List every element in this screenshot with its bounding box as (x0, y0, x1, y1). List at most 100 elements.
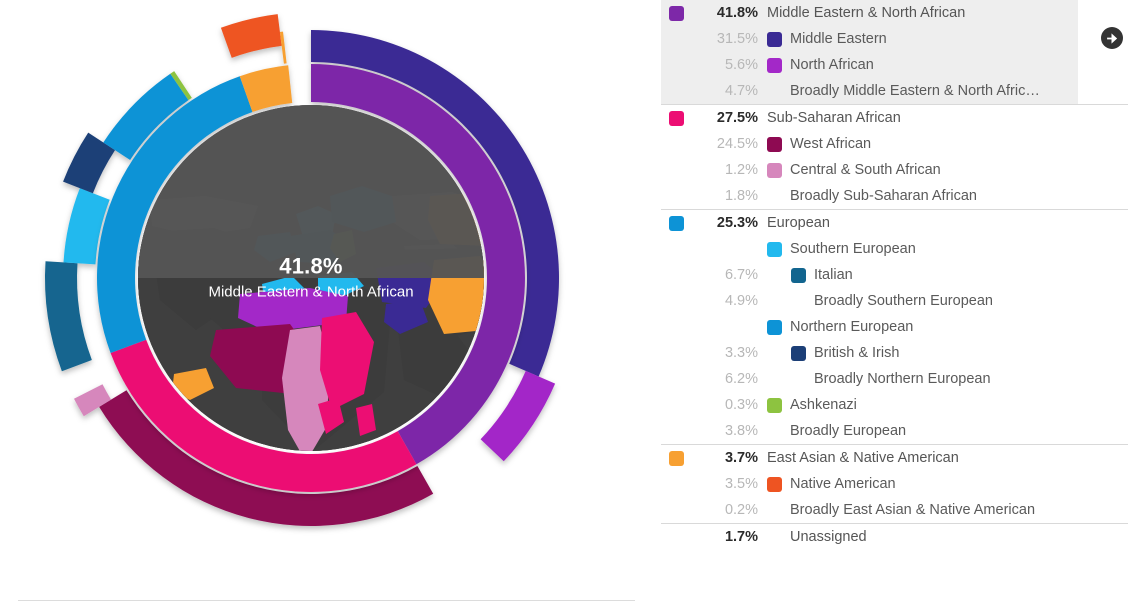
legend-row-child[interactable]: 0.3% Ashkenazi (661, 392, 1128, 418)
legend-label: Southern European (790, 241, 916, 257)
legend-group[interactable]: 1.7% Unassigned (661, 524, 1128, 550)
legend-lead-swatch-slot (661, 110, 697, 126)
legend-row-child[interactable]: 4.7% Broadly Middle Eastern & North Afric… (661, 78, 1078, 104)
legend-label: Sub-Saharan African (767, 110, 901, 126)
legend-label-group: Native American (767, 476, 896, 492)
legend-label: Central & South African (790, 162, 941, 178)
legend-groups[interactable]: 41.8% Middle Eastern & North African 31.5%… (655, 0, 1134, 550)
legend-row-child[interactable]: 24.5% West African (661, 131, 1128, 157)
legend-row-child[interactable]: Southern European (661, 236, 1128, 262)
legend-row-child[interactable]: 6.7% Italian (661, 262, 1128, 288)
legend-row-child[interactable]: 3.5% Native American (661, 471, 1128, 497)
legend-row-child[interactable]: 3.8% Broadly European (661, 418, 1128, 444)
legend-label: Middle Eastern & North African (767, 5, 966, 21)
legend-row-parent[interactable]: 3.7% East Asian & Native American (661, 445, 1128, 471)
legend-lead-swatch-slot (661, 5, 697, 21)
legend-percent: 3.3% (724, 345, 758, 361)
legend-color-swatch (791, 345, 806, 361)
arrow-right-circle-icon[interactable] (1101, 27, 1123, 49)
legend-label-group: Sub-Saharan African (767, 110, 901, 126)
legend-row-child[interactable]: 31.5% Middle Eastern (661, 26, 1078, 52)
legend-swatch-placeholder (767, 530, 782, 545)
legend-label-group: European (767, 215, 830, 231)
legend-percent: 3.8% (724, 423, 758, 439)
legend-swatch-placeholder (791, 294, 806, 309)
legend-row-child[interactable]: Northern European (661, 314, 1128, 340)
legend-color-swatch (767, 31, 782, 47)
legend-percent: 1.7% (724, 529, 758, 545)
legend-row-parent[interactable]: 25.3% European (661, 210, 1128, 236)
ancestry-legend-panel[interactable]: 41.8% Middle Eastern & North African 31.5%… (655, 0, 1134, 611)
legend-percent: 1.8% (724, 188, 758, 204)
donut-segment[interactable] (220, 14, 282, 58)
legend-label-group: Middle Eastern (767, 31, 887, 47)
legend-label-group: Middle Eastern & North African (767, 5, 965, 21)
legend-row-child[interactable]: 1.8% Broadly Sub-Saharan African (661, 183, 1128, 209)
legend-label: Broadly Southern European (814, 293, 993, 309)
legend-color-swatch (767, 162, 782, 178)
legend-swatch-placeholder (767, 424, 782, 439)
legend-color-swatch (767, 57, 782, 73)
legend-label: Broadly Northern European (814, 371, 991, 387)
legend-label-group: Broadly Northern European (791, 371, 991, 387)
legend-label: Broadly Middle Eastern & North Afric… (790, 83, 1040, 99)
legend-color-swatch (791, 267, 806, 283)
legend-label-group: Broadly Southern European (791, 293, 993, 309)
legend-lead-swatch-slot (661, 450, 697, 466)
legend-label: Broadly European (790, 423, 907, 439)
legend-swatch-placeholder (767, 503, 782, 518)
legend-label: North African (790, 57, 874, 73)
donut-segment[interactable] (279, 31, 287, 64)
legend-color-swatch (767, 476, 782, 492)
donut-segment[interactable] (45, 261, 92, 372)
legend-lead-swatch-slot (661, 215, 697, 231)
legend-group[interactable]: 27.5% Sub-Saharan African 24.5% West Africa… (661, 105, 1128, 209)
legend-row-parent[interactable]: 41.8% Middle Eastern & North African (661, 0, 1078, 26)
legend-row-child[interactable]: 6.2% Broadly Northern European (661, 366, 1128, 392)
legend-label-group: Broadly Sub-Saharan African (767, 188, 977, 204)
legend-row-child[interactable]: 0.2% Broadly East Asian & Native American (661, 497, 1128, 523)
legend-percent: 6.7% (724, 267, 758, 283)
legend-color-swatch (669, 110, 684, 126)
legend-percent: 6.2% (724, 371, 758, 387)
legend-group[interactable]: 25.3% European Southern European 6.7% Italia… (661, 210, 1128, 444)
legend-label: Italian (814, 267, 853, 283)
legend-label-group: Central & South African (767, 162, 941, 178)
legend-label: British & Irish (814, 345, 900, 361)
legend-label-group: North African (767, 57, 874, 73)
legend-label-group: Ashkenazi (767, 397, 857, 413)
chart-bottom-divider (18, 600, 635, 601)
legend-percent: 27.5% (716, 110, 758, 126)
legend-label-group: Broadly East Asian & Native American (767, 502, 1035, 518)
legend-row-child[interactable]: 3.3% British & Irish (661, 340, 1128, 366)
legend-swatch-placeholder (767, 189, 782, 204)
legend-label-group: Broadly European (767, 423, 906, 439)
legend-color-swatch (767, 136, 782, 152)
legend-row-child[interactable]: 5.6% North African (661, 52, 1078, 78)
legend-percent: 0.3% (724, 397, 758, 413)
legend-group[interactable]: 41.8% Middle Eastern & North African 31.5%… (661, 0, 1078, 104)
ancestry-donut-chart[interactable]: 41.8% Middle Eastern & North African (0, 0, 655, 611)
legend-percent: 31.5% (716, 31, 758, 47)
legend-percent: 3.7% (724, 450, 758, 466)
legend-swatch-placeholder (767, 84, 782, 99)
legend-label-group: Italian (791, 267, 853, 283)
legend-label: European (767, 215, 830, 231)
legend-label: West African (790, 136, 872, 152)
legend-label: Middle Eastern (790, 31, 887, 47)
legend-row-child[interactable]: 1.2% Central & South African (661, 157, 1128, 183)
legend-row-parent[interactable]: 27.5% Sub-Saharan African (661, 105, 1128, 131)
legend-group[interactable]: 3.7% East Asian & Native American 3.5% Nati… (661, 445, 1128, 523)
legend-percent: 3.5% (724, 476, 758, 492)
donut-chart-svg[interactable] (0, 0, 655, 611)
legend-color-swatch (669, 215, 684, 231)
legend-row-child[interactable]: 4.9% Broadly Southern European (661, 288, 1128, 314)
legend-label: Unassigned (790, 529, 867, 545)
legend-swatch-placeholder (791, 372, 806, 387)
legend-percent: 41.8% (716, 5, 758, 21)
legend-label-group: Broadly Middle Eastern & North Afric… (767, 83, 1040, 99)
legend-percent: 24.5% (716, 136, 758, 152)
legend-row-parent[interactable]: 1.7% Unassigned (661, 524, 1128, 550)
legend-label: Ashkenazi (790, 397, 857, 413)
legend-percent: 5.6% (724, 57, 758, 73)
